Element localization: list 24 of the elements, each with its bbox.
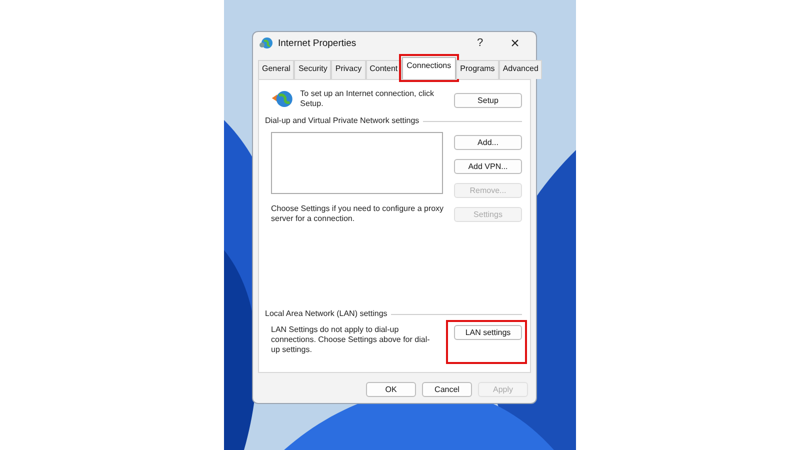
tab[interactable]: General [258,60,294,79]
close-button[interactable]: × [500,34,530,52]
tab[interactable]: Privacy [331,60,366,79]
window-title: Internet Properties [278,38,358,48]
globe-icon [259,36,273,50]
section-heading: Local Area Network (LAN) settings [265,309,388,319]
setup-instruction: To set up an Internet connection, click Setup. [300,89,436,109]
dialog-button[interactable]: OK [366,382,416,397]
tab[interactable]: Connections [402,57,456,79]
tab[interactable]: Advanced [498,60,542,79]
dialog-button[interactable]: Cancel [422,382,472,397]
dialog-button[interactable]: Add VPN... [454,159,522,174]
proxy-instruction: Choose Settings if you need to configure a proxy server for a connection. [271,204,445,224]
dialog-button[interactable]: LAN settings [454,325,522,340]
globe-icon [271,88,294,110]
dialog-button[interactable]: Add... [454,135,522,150]
dialog-button[interactable]: Setup [454,93,522,108]
tab[interactable]: Content [366,60,402,79]
help-button[interactable]: ? [465,37,495,49]
tab[interactable]: Programs [456,60,499,79]
lan-instruction: LAN Settings do not apply to dial-up connections. Choose Settings above for dial-up settings. [271,325,431,355]
connection-list[interactable] [271,132,443,194]
section-heading: Dial-up and Virtual Private Network settings [265,116,420,126]
tab[interactable]: Security [294,60,332,79]
